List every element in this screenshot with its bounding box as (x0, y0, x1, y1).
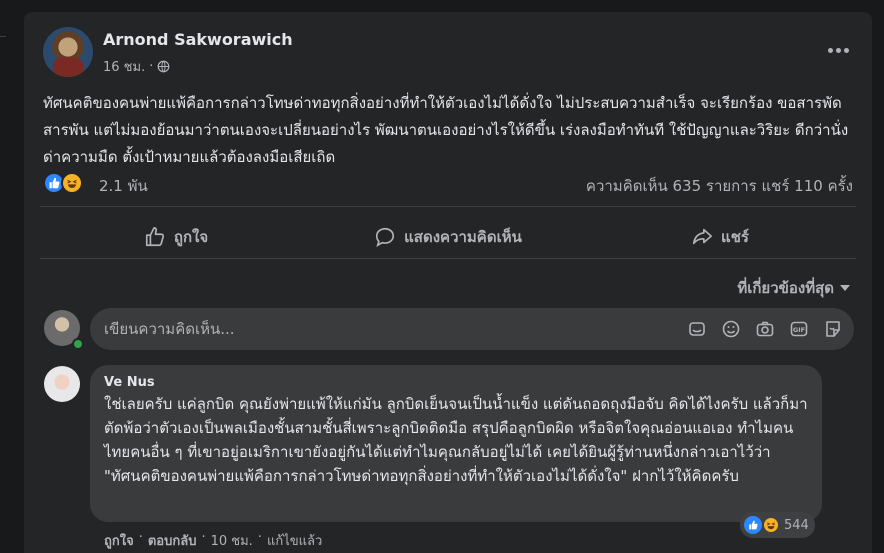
post-actions: ถูกใจ แสดงความคิดเห็น แชร์ (40, 217, 856, 257)
reactions-row: 2.1 พัน ความคิดเห็น 635 รายการ แชร์ 110 … (43, 172, 853, 196)
author-avatar[interactable] (43, 27, 93, 77)
avatar-sticker-icon[interactable] (686, 318, 708, 340)
separator: · (201, 530, 206, 545)
comment-reactions[interactable]: 544 (740, 512, 815, 538)
post-meta: 16 ชม. · (103, 56, 170, 77)
comment-input-icons: GIF (686, 318, 844, 340)
share-label: แชร์ (721, 228, 749, 246)
more-dot-icon (827, 47, 833, 53)
comment-reply-link[interactable]: ตอบกลับ (148, 530, 197, 551)
comment-like-link[interactable]: ถูกใจ (104, 530, 134, 551)
post-text: ทัศนคติของคนพ่ายแพ้คือการกล่าวโทษด่าทอทุ… (43, 94, 849, 166)
share-icon (692, 228, 713, 245)
like-button[interactable]: ถูกใจ (40, 217, 312, 257)
post-meta-sep: · (149, 59, 154, 74)
svg-text:GIF: GIF (793, 326, 805, 334)
comment-input[interactable] (104, 320, 664, 338)
share-button[interactable]: แชร์ (584, 217, 856, 257)
reaction-count[interactable]: 2.1 พัน (99, 174, 148, 198)
caret-down-icon (840, 285, 850, 291)
divider (40, 206, 856, 207)
sticker-icon[interactable] (822, 318, 844, 340)
comment-icon (376, 227, 395, 247)
gif-icon[interactable]: GIF (788, 318, 810, 340)
comment-actions: ถูกใจ · ตอบกลับ · 10 ชม. · แก้ไขแล้ว (104, 530, 322, 551)
globe-icon[interactable] (157, 60, 170, 73)
more-dot-icon (843, 47, 849, 53)
post-time[interactable]: 16 ชม. (103, 56, 145, 77)
comment-reaction-count: 544 (784, 517, 809, 533)
comment-bubble: Ve Nus ใช่เลยครับ แค่ลูกบิด คุณยังพ่ายแพ… (90, 365, 822, 522)
thumbs-up-icon (145, 227, 164, 247)
comment-author[interactable]: Ve Nus (104, 375, 808, 390)
reaction-icons[interactable] (43, 172, 83, 194)
comment-text: ใช่เลยครับ แค่ลูกบิด คุณยังพ่ายแพ้ให้แก่… (104, 395, 808, 485)
online-status-icon (72, 338, 84, 350)
more-options-button[interactable] (820, 36, 856, 64)
comment-share-stats[interactable]: ความคิดเห็น 635 รายการ แชร์ 110 ครั้ง (586, 174, 853, 198)
commenter-avatar[interactable] (44, 366, 80, 402)
post-author[interactable]: Arnond Sakworawich (103, 30, 293, 49)
sort-label: ที่เกี่ยวข้องที่สุด (737, 279, 834, 297)
emoji-icon[interactable] (720, 318, 742, 340)
post-card: Arnond Sakworawich 16 ชม. · ทัศนคติของคน… (24, 12, 872, 553)
like-reaction-icon (744, 516, 762, 534)
separator: · (138, 530, 143, 545)
comment-edited[interactable]: แก้ไขแล้ว (267, 530, 322, 551)
haha-reaction-icon (61, 172, 83, 194)
separator: · (257, 530, 262, 545)
camera-icon[interactable] (754, 318, 776, 340)
comment-time[interactable]: 10 ชม. (211, 530, 253, 551)
divider (40, 258, 856, 259)
more-dot-icon (835, 47, 841, 53)
haha-reaction-icon (762, 516, 780, 534)
comment-input-box[interactable]: GIF (90, 308, 854, 350)
comment-button[interactable]: แสดงความคิดเห็น (312, 217, 584, 257)
comment-sort-dropdown[interactable]: ที่เกี่ยวข้องที่สุด (737, 276, 850, 300)
left-strip (0, 0, 24, 553)
like-label: ถูกใจ (173, 228, 209, 246)
comment-label: แสดงความคิดเห็น (404, 228, 522, 246)
